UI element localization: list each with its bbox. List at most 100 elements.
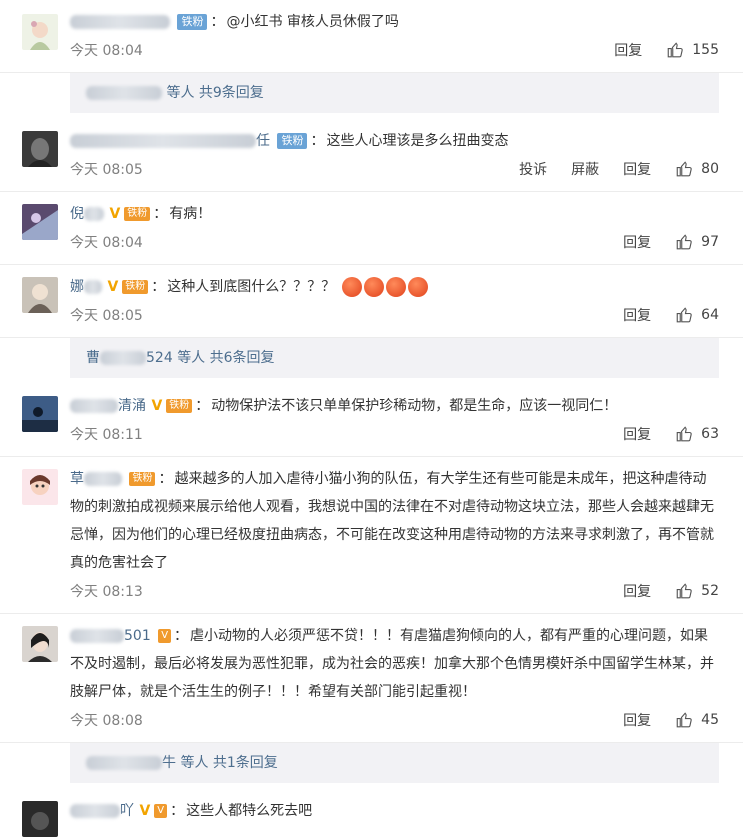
like-count: 52 [701, 583, 719, 599]
like-count: 97 [701, 234, 719, 250]
thumbs-up-icon [676, 161, 692, 177]
verified-v-icon: V [107, 279, 119, 295]
comment-time: 今天 08:11 [70, 427, 143, 443]
replies-summary: 等人 共6条回复 [177, 350, 275, 366]
avatar[interactable] [22, 396, 58, 432]
comment-text: @小红书 审核人员休假了吗 [226, 14, 399, 30]
like-button[interactable]: 63 [675, 425, 719, 443]
thumbs-up-icon [667, 42, 684, 58]
more-replies-link[interactable]: 等人 共9条回复 [70, 73, 719, 113]
verified-v-icon: V [151, 398, 163, 414]
reply-button[interactable]: 回复 [623, 305, 651, 325]
comment-time: 今天 08:13 [70, 584, 143, 600]
like-button[interactable]: 155 [666, 41, 719, 59]
like-button[interactable]: 97 [675, 233, 719, 251]
fan-badge: 铁粉 [124, 207, 151, 221]
comment-item: 草 铁粉：越来越多的人加入虐待小猫小狗的队伍，有大学生还有些可能是未成年，把这种… [0, 457, 743, 614]
angry-emoji-icon [385, 277, 406, 297]
comment-text: 这些人心理该是多么扭曲变态 [326, 133, 509, 149]
block-button[interactable]: 屏蔽 [571, 159, 599, 179]
thumbs-up-icon [676, 426, 692, 442]
username-blurred[interactable] [84, 472, 122, 486]
thumbs-up-icon [676, 583, 692, 599]
reply-user-suffix: 牛 [162, 755, 176, 771]
thumbs-up-icon [676, 307, 692, 323]
angry-emoji-icon [341, 277, 362, 297]
reply-button[interactable]: 回复 [623, 710, 651, 730]
username-blurred[interactable] [70, 399, 118, 413]
vip-badge-icon: V [154, 804, 168, 818]
fan-badge: 铁粉 [129, 472, 156, 486]
reply-users-blurred [100, 351, 146, 365]
username-blurred[interactable] [84, 207, 104, 221]
comment-item: 铁粉： @小红书 审核人员休假了吗 今天 08:04 回复 155 [0, 0, 743, 73]
like-button[interactable]: 45 [675, 711, 719, 729]
avatar[interactable] [22, 801, 58, 837]
replies-summary: 等人 共1条回复 [180, 755, 278, 771]
username-suffix[interactable]: 清涌 [118, 398, 146, 414]
replies-summary: 等人 共9条回复 [166, 85, 264, 101]
username-blurred[interactable] [70, 804, 120, 818]
like-count: 63 [701, 426, 719, 442]
comment-item: 吖 V V：这些人都特么死去吧 [0, 789, 743, 837]
reply-button[interactable]: 回复 [623, 581, 651, 601]
username-blurred[interactable] [70, 134, 256, 148]
comment-item: 任 铁粉：这些人心理该是多么扭曲变态 今天 08:05 投诉 屏蔽 回复 80 [0, 119, 743, 192]
reply-button[interactable]: 回复 [614, 40, 642, 60]
username[interactable]: 草 [70, 471, 84, 487]
comment-text: 有病！ [169, 206, 212, 222]
username[interactable]: 娜 [70, 279, 84, 295]
username-blurred[interactable] [70, 15, 170, 29]
avatar[interactable] [22, 469, 58, 505]
comment-item: 倪 V 铁粉：有病！ 今天 08:04 回复 97 [0, 192, 743, 265]
more-replies-link[interactable]: 曹 524 等人 共6条回复 [70, 338, 719, 378]
fan-badge: 铁粉 [166, 399, 193, 413]
username-suffix[interactable]: 任 [256, 133, 270, 149]
reply-button[interactable]: 回复 [623, 159, 651, 179]
comment-time: 今天 08:04 [70, 235, 143, 251]
like-button[interactable]: 64 [675, 306, 719, 324]
reply-button[interactable]: 回复 [623, 424, 651, 444]
like-count: 64 [701, 307, 719, 323]
angry-emoji-icon [363, 277, 384, 297]
reply-button[interactable]: 回复 [623, 232, 651, 252]
comment-time: 今天 08:05 [70, 162, 143, 178]
verified-v-icon: V [109, 206, 121, 222]
avatar[interactable] [22, 14, 58, 50]
like-count: 80 [701, 161, 719, 177]
more-replies-link[interactable]: 牛 等人 共1条回复 [70, 743, 719, 783]
username-blurred[interactable] [70, 629, 124, 643]
reply-user-suffix: 524 [146, 350, 173, 366]
avatar[interactable] [22, 277, 58, 313]
like-button[interactable]: 52 [675, 582, 719, 600]
fan-badge: 铁粉 [177, 14, 208, 30]
avatar[interactable] [22, 204, 58, 240]
fan-badge: 铁粉 [277, 133, 308, 149]
vip-badge-icon: V [158, 629, 172, 643]
reply-user-prefix: 曹 [86, 350, 100, 366]
verified-v-icon: V [139, 803, 151, 819]
username-blurred[interactable] [84, 280, 102, 294]
username-suffix[interactable]: 501 [124, 628, 151, 644]
reply-users-blurred [86, 756, 162, 770]
fan-badge: 铁粉 [122, 280, 149, 294]
username[interactable]: 倪 [70, 206, 84, 222]
comment-item: 501 V：虐小动物的人必须严惩不贷！！！有虐猫虐狗倾向的人，都有严重的心理问题… [0, 614, 743, 743]
thumbs-up-icon [676, 234, 692, 250]
like-count: 155 [692, 42, 719, 58]
avatar[interactable] [22, 131, 58, 167]
reply-users-blurred [86, 86, 162, 100]
like-count: 45 [701, 712, 719, 728]
like-button[interactable]: 80 [675, 160, 719, 178]
comment-time: 今天 08:04 [70, 43, 143, 59]
comment-text: 动物保护法不该只单单保护珍稀动物，都是生命，应该一视同仁！ [211, 398, 618, 414]
avatar[interactable] [22, 626, 58, 662]
username-suffix[interactable]: 吖 [120, 803, 134, 819]
comment-item: 清涌 V 铁粉：动物保护法不该只单单保护珍稀动物，都是生命，应该一视同仁！ 今天 … [0, 384, 743, 457]
comment-item: 娜 V 铁粉：这种人到底图什么？？？？ 今天 08:05 回复 64 [0, 265, 743, 338]
angry-emoji-icon [407, 277, 428, 297]
comment-time: 今天 08:08 [70, 713, 143, 729]
comment-text: 这种人到底图什么？？？？ [167, 279, 336, 295]
comment-time: 今天 08:05 [70, 308, 143, 324]
report-button[interactable]: 投诉 [519, 159, 547, 179]
